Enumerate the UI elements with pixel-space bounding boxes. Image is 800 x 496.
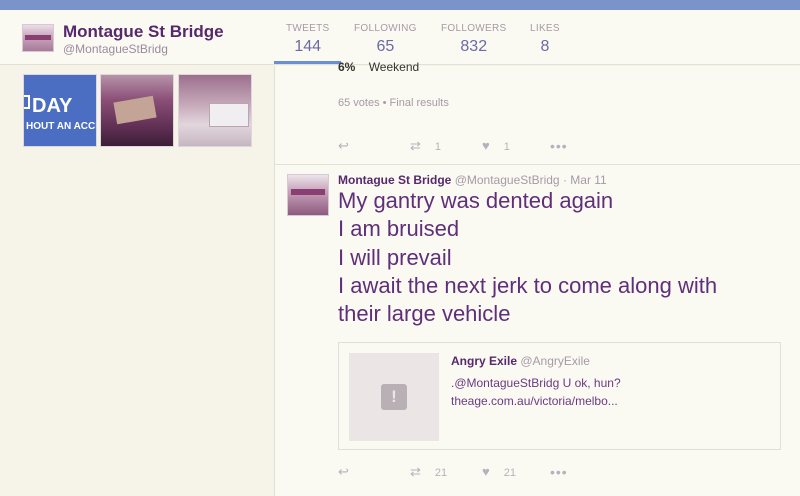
stat-following[interactable]: FOLLOWING 65 <box>354 23 417 56</box>
stat-value: 144 <box>294 38 322 55</box>
poll-option-label: Weekend <box>368 60 420 74</box>
profile-handle: @MontagueStBridg <box>63 42 168 56</box>
profile-name[interactable]: Montague St Bridge <box>63 22 224 42</box>
quote-header: Angry Exile @AngryExile <box>451 354 590 368</box>
tweet-line: I will prevail <box>338 244 452 270</box>
retweet-button[interactable]: ⇄ 21 <box>410 464 447 480</box>
stat-label: FOLLOWING <box>354 23 417 34</box>
tweet-line: I await the next jerk to come along with <box>338 272 718 298</box>
stat-label: LIKES <box>530 23 560 34</box>
quote-line: .@MontagueStBridg U ok, hun? <box>451 376 621 390</box>
media-thumbnail[interactable] <box>178 74 252 147</box>
tweet-header: Montague St Bridge @MontagueStBridg · Ma… <box>338 173 607 187</box>
reply-button[interactable]: ↩ <box>338 138 363 154</box>
reply-button[interactable]: ↩ <box>338 464 363 480</box>
tweet-author[interactable]: Montague St Bridge <box>338 173 451 187</box>
timeline: 6% Weekend 65 votes • Final results ↩ ⇄ 1… <box>274 60 800 496</box>
heart-icon: ♥ <box>482 464 490 479</box>
tweet-divider <box>275 164 800 165</box>
poll-option: 6% Weekend <box>338 60 419 74</box>
quote-image-placeholder: ! <box>349 353 439 441</box>
profile-avatar[interactable] <box>22 24 54 52</box>
media-text: DAY <box>32 95 73 117</box>
more-icon[interactable]: ••• <box>550 464 568 480</box>
like-button[interactable]: ♥ 1 <box>482 138 510 153</box>
tweet-actions: ↩ ⇄ 1 ♥ 1 ••• <box>338 138 598 154</box>
reply-icon: ↩ <box>338 138 349 153</box>
quote-author[interactable]: Angry Exile <box>451 354 517 368</box>
retweet-count: 21 <box>434 467 448 479</box>
stat-tweets[interactable]: TWEETS 144 <box>273 23 343 64</box>
tweet-date[interactable]: · Mar 11 <box>563 173 607 187</box>
more-icon[interactable]: ••• <box>550 138 568 154</box>
top-accent-bar <box>0 0 800 10</box>
like-count: 21 <box>503 467 516 479</box>
retweet-icon: ⇄ <box>410 464 421 479</box>
stat-label: TWEETS <box>286 23 330 34</box>
profile-nav: Montague St Bridge @MontagueStBridg TWEE… <box>0 10 800 65</box>
retweet-button[interactable]: ⇄ 1 <box>410 138 441 154</box>
reply-icon: ↩ <box>338 464 349 479</box>
retweet-icon: ⇄ <box>410 138 421 153</box>
tweet-line: their large vehicle <box>338 301 511 327</box>
quote-text: .@MontagueStBridg U ok, hun? theage.com.… <box>451 374 771 410</box>
media-subtext: HOUT AN ACCI <box>26 121 97 132</box>
quote-handle[interactable]: @AngryExile <box>520 354 590 368</box>
retweet-count: 1 <box>434 141 442 153</box>
warning-icon: ! <box>381 384 407 410</box>
like-button[interactable]: ♥ 21 <box>482 464 516 479</box>
quoted-tweet[interactable]: ! Angry Exile @AngryExile .@MontagueStBr… <box>338 342 781 450</box>
tweet-handle[interactable]: @MontagueStBridg <box>455 173 560 187</box>
poll-results: 65 votes • Final results <box>338 97 449 109</box>
media-thumbnail[interactable]: DAY HOUT AN ACCI <box>23 74 97 147</box>
tweet-actions: ↩ ⇄ 21 ♥ 21 ••• <box>338 464 598 480</box>
tweet-avatar[interactable] <box>287 174 329 216</box>
like-count: 1 <box>503 141 510 153</box>
tweet-line: My gantry was dented again <box>338 188 614 213</box>
stat-likes[interactable]: LIKES 8 <box>530 23 560 56</box>
stat-value: 8 <box>540 38 550 55</box>
media-thumbnail[interactable] <box>100 74 174 147</box>
stat-value: 65 <box>376 38 395 55</box>
stat-value: 832 <box>460 38 488 55</box>
tweet-text: My gantry was dented again I am bruised … <box>338 187 778 328</box>
logo-box <box>24 95 30 109</box>
stat-label: FOLLOWERS <box>441 23 507 34</box>
tweet-line: I am bruised <box>338 216 460 242</box>
poll-percent: 6% <box>338 60 356 74</box>
heart-icon: ♥ <box>482 138 490 153</box>
quote-link[interactable]: theage.com.au/victoria/melbo... <box>451 392 771 410</box>
stat-followers[interactable]: FOLLOWERS 832 <box>441 23 507 56</box>
